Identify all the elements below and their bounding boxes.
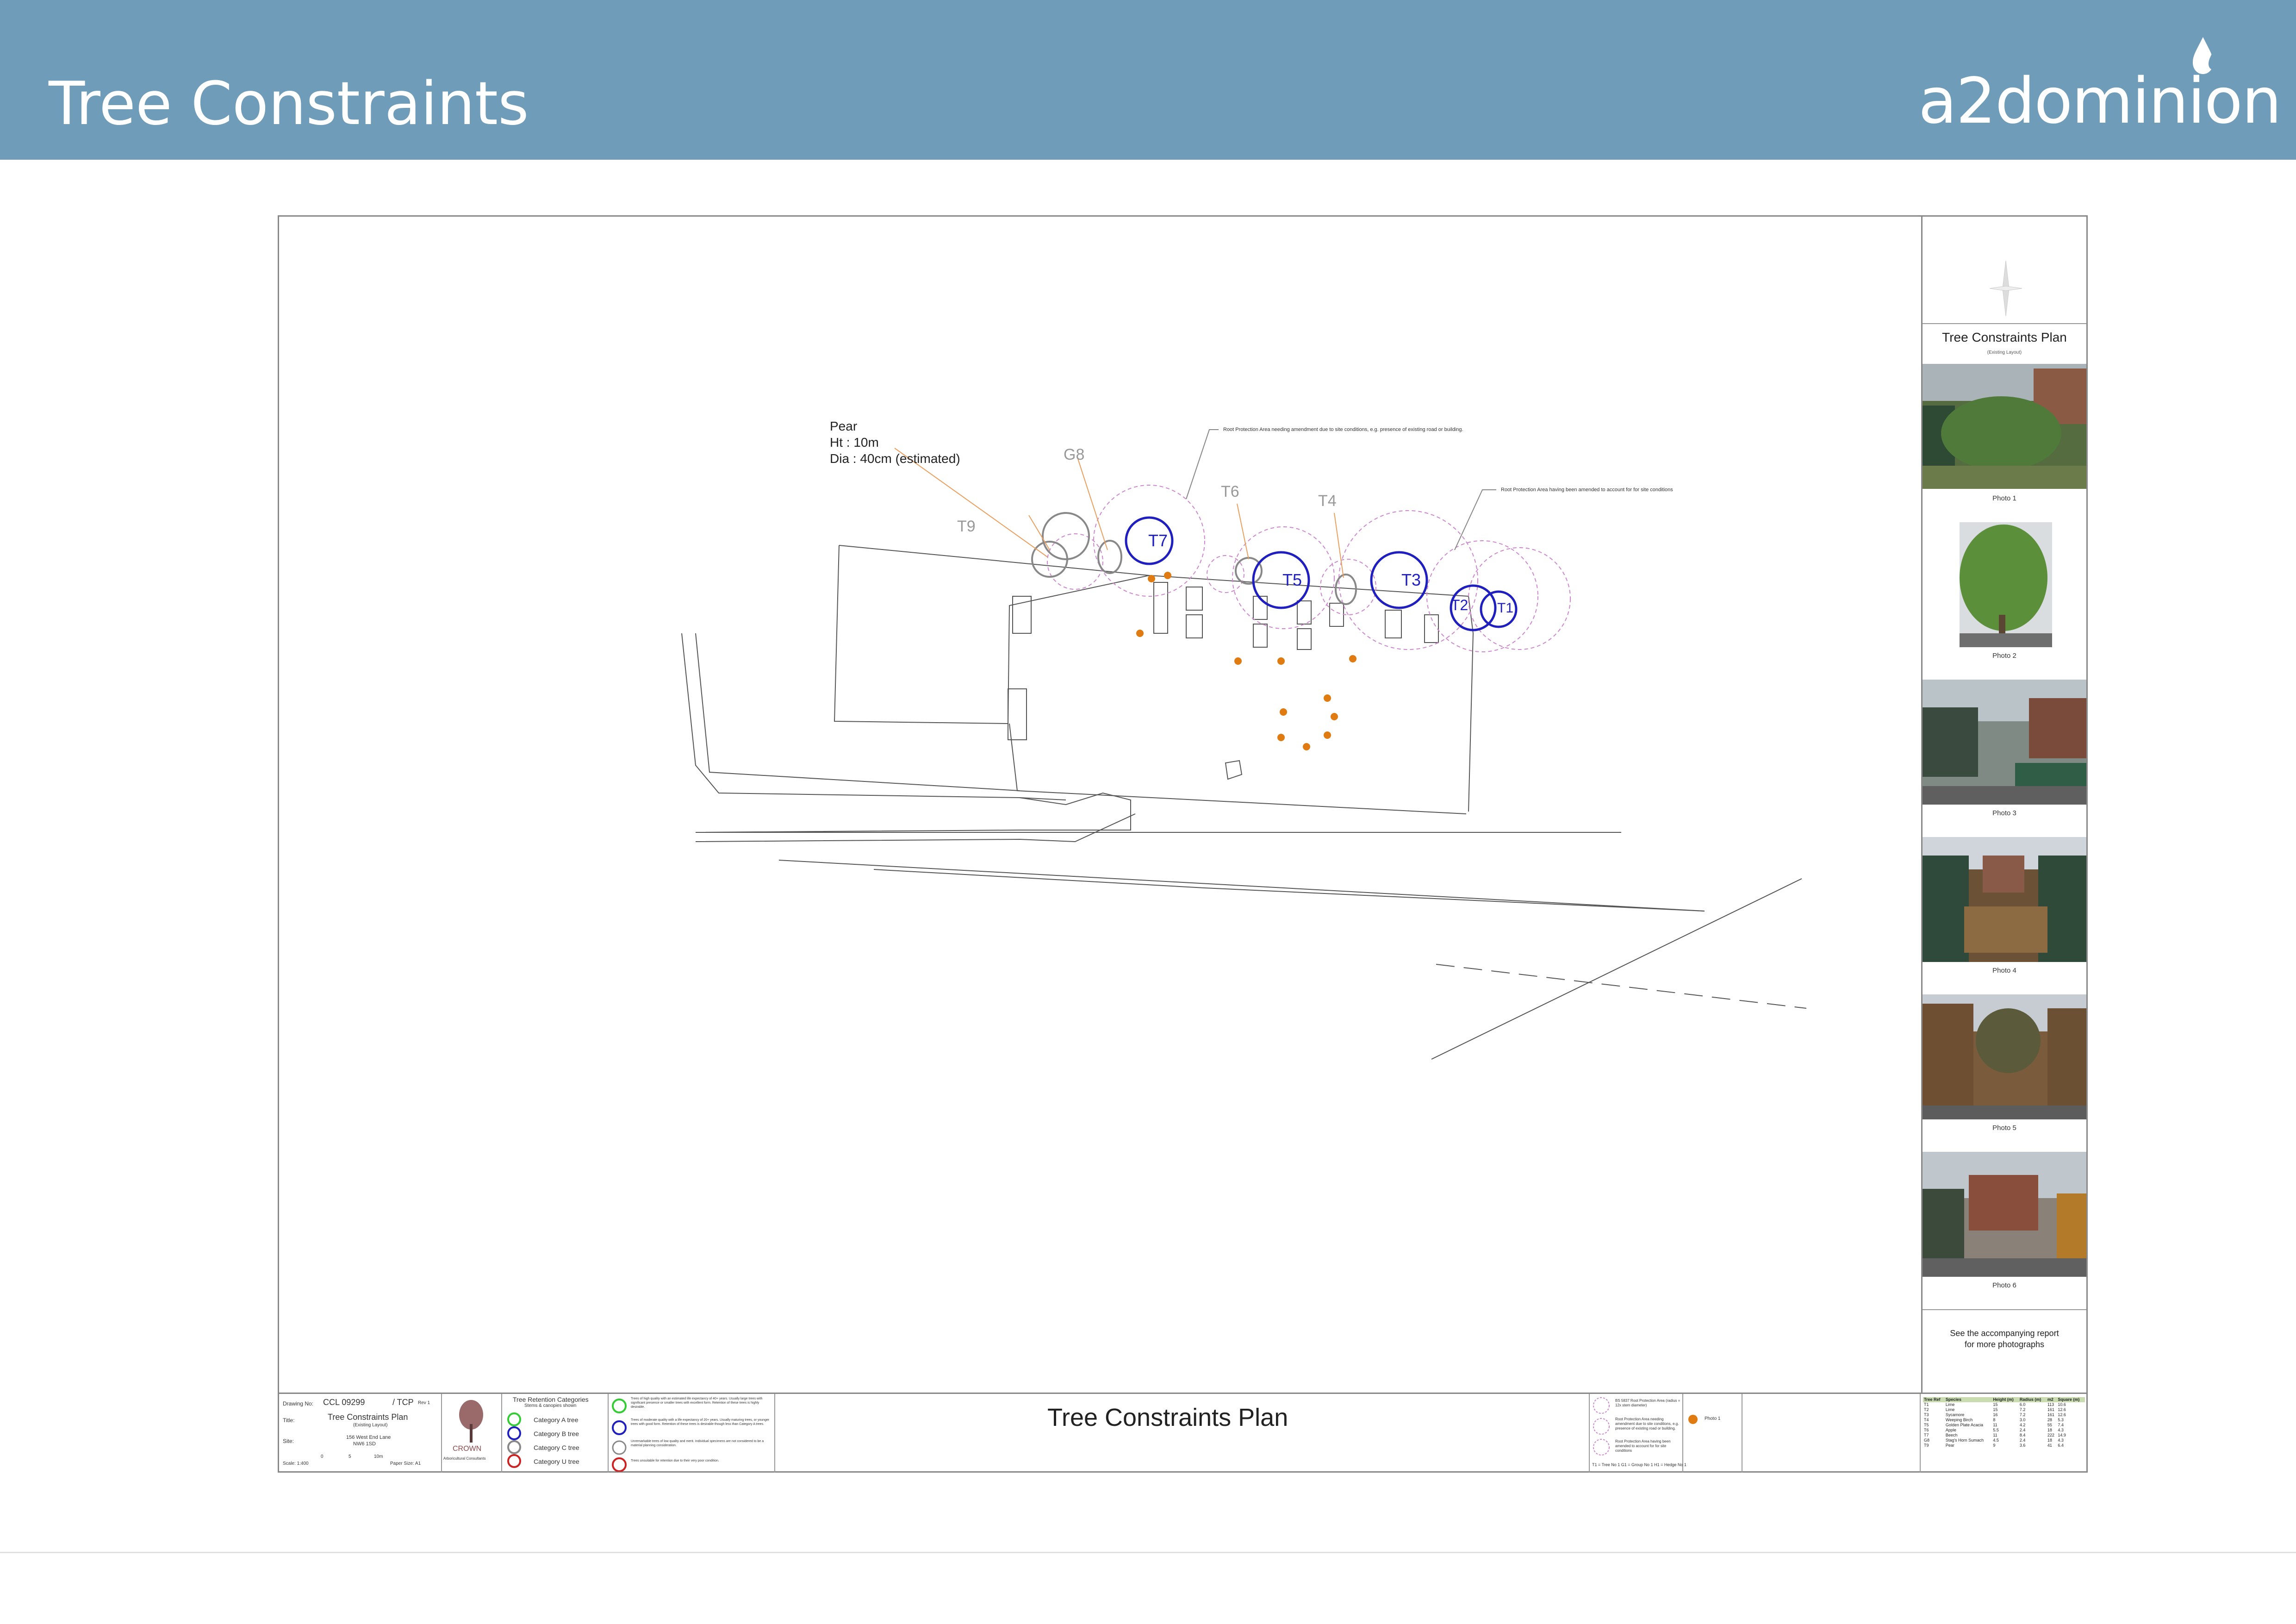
tree-label: T4 (1318, 492, 1337, 510)
tree-label: T2 (1451, 597, 1468, 613)
page-header: Tree Constraints a2dominion (0, 0, 2296, 160)
photo-label: Photo 1 (1992, 494, 2016, 502)
side-panel-title: Tree Constraints Plan (1942, 330, 2067, 344)
rpa-amendment-note: Root Protection Area needing amendment d… (1223, 427, 1463, 432)
tree-label: T7 (1148, 531, 1168, 550)
retention-categories: Tree Retention Categories Stems & canopi… (501, 1394, 609, 1473)
site-photo (1923, 994, 2086, 1119)
tree-label: G8 (1064, 446, 1084, 463)
site-photo (1923, 522, 2086, 647)
drawing-sheet: G8 T9 T6 T4 T7 T5 T3 T2 T1 Pear Ht : 10m… (278, 215, 2088, 1473)
photo-label: Photo 3 (1992, 809, 2016, 817)
tree-label: T6 (1221, 483, 1239, 500)
category-descriptions: Trees of high quality with an estimated … (608, 1394, 775, 1473)
drawing-info: Drawing No: CCL 09299 / TCP Rev 1 Title:… (279, 1394, 442, 1473)
rpa-legend-icons (1593, 1397, 1610, 1455)
footer-divider (0, 1552, 2296, 1553)
company-logo: CROWN Arboricultural Consultants (441, 1394, 502, 1473)
brand-logo: a2dominion (1918, 65, 2282, 138)
tree-canopies (1031, 512, 1518, 631)
photos-note: See the accompanying report for more pho… (1950, 1329, 2059, 1349)
page-title: Tree Constraints (49, 69, 529, 138)
photo-label: Photo 2 (1992, 652, 2016, 660)
site-linework (681, 545, 1807, 1060)
photo-label: Photo 6 (1992, 1281, 2016, 1289)
tree-label: T5 (1282, 570, 1302, 589)
rpa-amended-note: Root Protection Area having been amended… (1501, 487, 1673, 493)
photo-markers (1136, 572, 1356, 750)
tree-label: T9 (957, 518, 976, 535)
site-photo (1923, 837, 2086, 962)
category-icons (507, 1412, 521, 1468)
photo-key: Photo 1 (1681, 1394, 1742, 1473)
tree-t6-canopy (1097, 540, 1122, 574)
site-photo (1923, 364, 2086, 489)
tree-label: T1 (1497, 600, 1513, 616)
site-plan: G8 T9 T6 T4 T7 T5 T3 T2 T1 Pear Ht : 10m… (681, 419, 1807, 1060)
svg-text:Ht : 10m: Ht : 10m (830, 435, 879, 450)
tree-logo-icon (459, 1400, 483, 1443)
svg-text:Dia : 40cm (estimated): Dia : 40cm (estimated) (830, 451, 960, 466)
empty-cell (1742, 1394, 1921, 1473)
tree-schedule: Tree Ref Species Height (m) Radius (m) m2 S… (1923, 1397, 2085, 1448)
leader-lines (894, 448, 1344, 578)
title-block: Drawing No: CCL 09299 / TCP Rev 1 Title:… (279, 1393, 2086, 1473)
tree-t6-stem (1235, 557, 1263, 585)
site-photo (1923, 680, 2086, 805)
root-protection-areas (1047, 485, 1571, 652)
photo-label: Photo 5 (1992, 1124, 2016, 1132)
tree-label: T3 (1401, 570, 1421, 589)
site-photo (1923, 1152, 2086, 1277)
north-arrow-icon (1990, 261, 2022, 316)
side-panel-subtitle: (Existing Layout) (1987, 350, 2022, 355)
tree-t4-canopy (1335, 574, 1357, 605)
main-plan-title: Tree Constraints Plan (1047, 1404, 1288, 1431)
rpa-legend: BS 5837 Root Protection Area (radius = 1… (1589, 1394, 1686, 1473)
pear-annotation: Pear Ht : 10m Dia : 40cm (estimated) (830, 419, 960, 466)
side-panel: Tree Constraints Plan (Existing Layout) … (1921, 217, 2086, 1393)
photo-marker-icon (1688, 1415, 1698, 1424)
svg-text:Pear: Pear (830, 419, 857, 433)
photo-label: Photo 4 (1992, 967, 2016, 974)
category-key-icons (612, 1399, 627, 1472)
